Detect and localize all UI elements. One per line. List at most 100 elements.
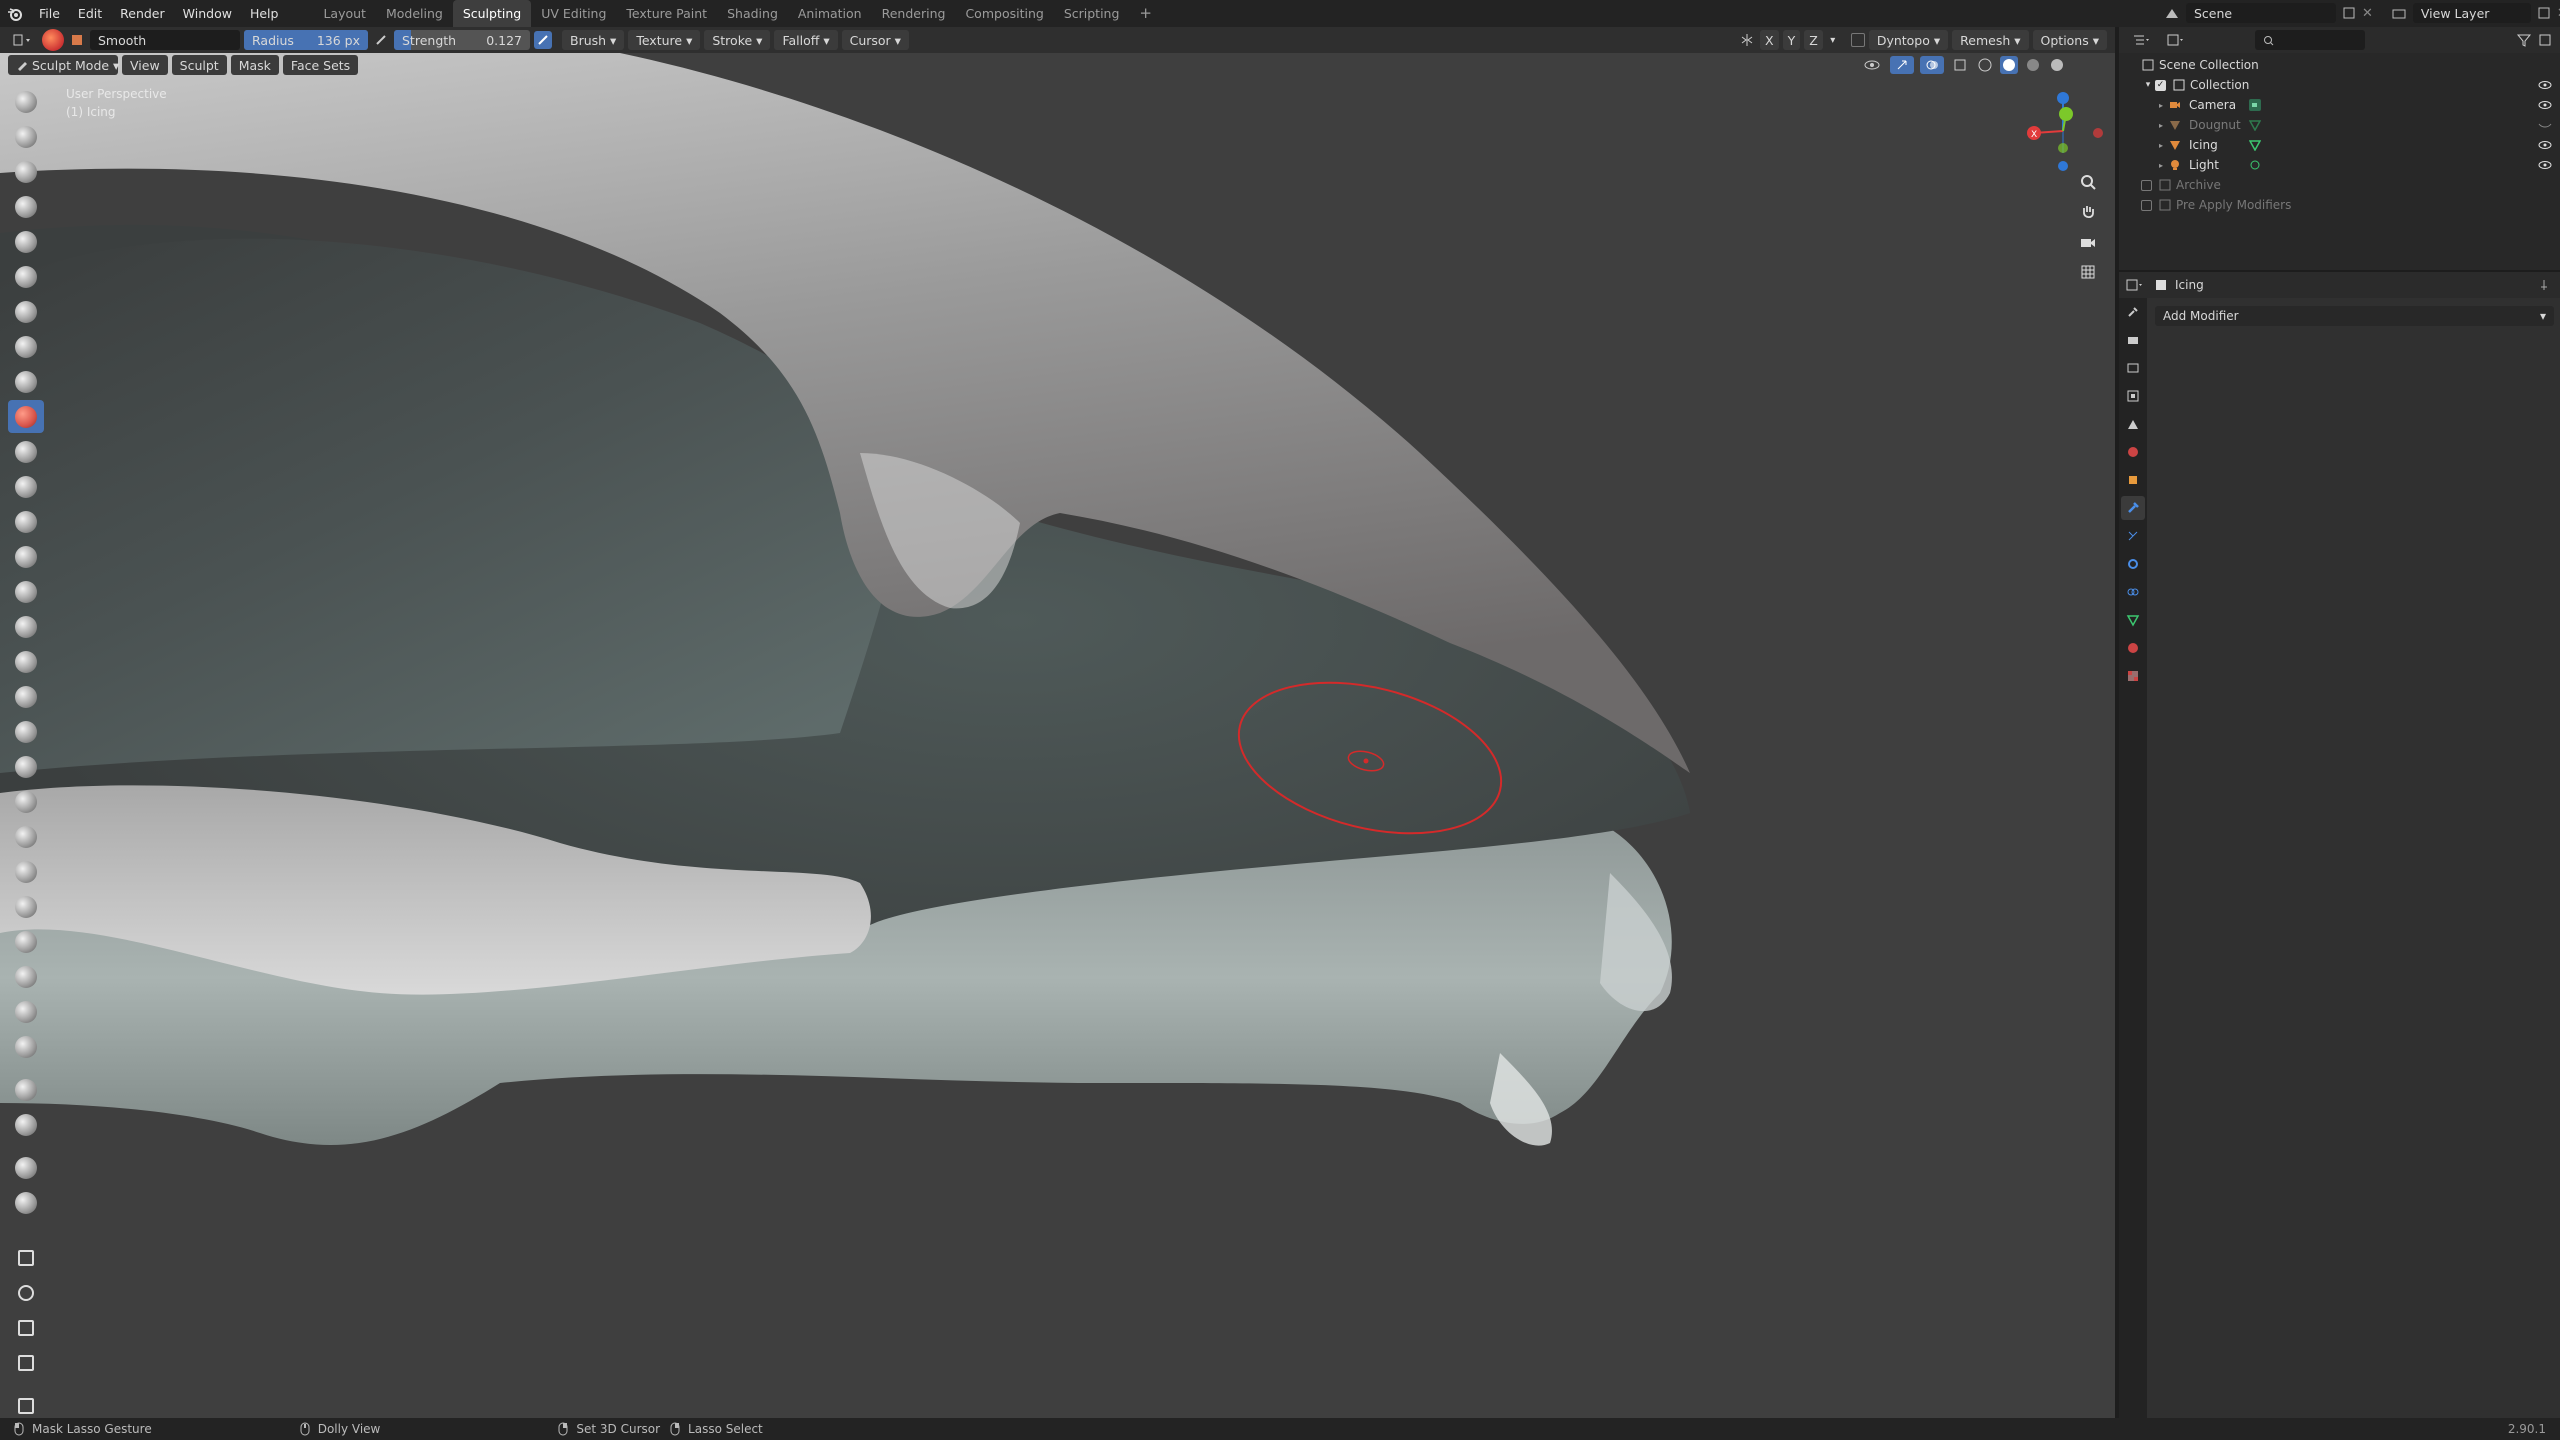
expand-arrow-icon[interactable]: ▸ (2155, 161, 2167, 170)
tool-pose-brush[interactable] (8, 750, 44, 783)
tool-cloth-filter-tool[interactable] (8, 1186, 44, 1219)
tool-annotate-tool[interactable] (8, 1389, 44, 1422)
dyntopo-menu[interactable]: Dyntopo ▾ (1868, 30, 1949, 50)
view-layer-selector[interactable]: View Layer (2412, 3, 2531, 23)
brush-menu[interactable]: Brush ▾ (562, 30, 625, 50)
tool-clay-strips-brush[interactable] (8, 190, 44, 223)
tool-draw-face-sets-brush[interactable] (8, 1030, 44, 1063)
material-tab-icon[interactable] (2121, 636, 2145, 660)
collection-row[interactable]: ▾ ✓ Collection (2119, 75, 2560, 95)
tool-grab-brush[interactable] (8, 610, 44, 643)
tool-nudge-brush[interactable] (8, 785, 44, 818)
outliner-item-icing[interactable]: ▸ Icing (2119, 135, 2560, 155)
outliner-search-field[interactable] (2255, 30, 2365, 50)
scene-collection-row[interactable]: Scene Collection (2119, 55, 2560, 75)
tab-shading[interactable]: Shading (717, 0, 788, 27)
expand-arrow-icon[interactable]: ▸ (2155, 121, 2167, 130)
tool-boundary-brush[interactable] (8, 890, 44, 923)
light-data-icon[interactable] (2247, 159, 2263, 171)
menu-render[interactable]: Render (111, 0, 174, 27)
eye-icon[interactable] (2538, 140, 2552, 150)
outliner-item-camera[interactable]: ▸ Camera (2119, 95, 2560, 115)
filter-icon[interactable] (2516, 33, 2532, 47)
tool-slide-relax-brush[interactable] (8, 855, 44, 888)
tab-rendering[interactable]: Rendering (872, 0, 956, 27)
tab-modeling[interactable]: Modeling (376, 0, 453, 27)
strength-slider[interactable]: Strength 0.127 (394, 30, 530, 50)
tab-layout[interactable]: Layout (313, 0, 376, 27)
menu-help[interactable]: Help (241, 0, 288, 27)
strength-pressure-icon[interactable] (534, 31, 552, 49)
zoom-icon[interactable] (2077, 171, 2099, 193)
tool-draw-brush[interactable] (8, 85, 44, 118)
tool-move-tool[interactable] (8, 1241, 44, 1274)
radius-pressure-icon[interactable] (372, 34, 390, 46)
mask-menu[interactable]: Mask (230, 55, 279, 75)
archive-collection-row[interactable]: Archive (2119, 175, 2560, 195)
pin-icon[interactable] (2538, 279, 2550, 291)
tool-crease-brush[interactable] (8, 365, 44, 398)
tab-compositing[interactable]: Compositing (955, 0, 1053, 27)
tool-smooth-brush[interactable] (8, 400, 44, 433)
sculpt-menu[interactable]: Sculpt (171, 55, 227, 75)
plus-icon[interactable]: + (1129, 0, 1162, 27)
cursor-menu[interactable]: Cursor ▾ (841, 30, 909, 50)
tool-inflate-brush[interactable] (8, 295, 44, 328)
tool-box-hide-tool[interactable] (8, 1108, 44, 1141)
new-scene-icon[interactable] (2342, 6, 2356, 20)
tool-multiplane-scrape-brush[interactable] (8, 540, 44, 573)
scene-tab-icon[interactable] (2121, 412, 2145, 436)
pre-apply-collection-row[interactable]: Pre Apply Modifiers (2119, 195, 2560, 215)
tool-blob-brush[interactable] (8, 330, 44, 363)
expand-arrow-icon[interactable]: ▸ (2155, 101, 2167, 110)
camera-view-icon[interactable] (2077, 231, 2099, 253)
mode-selector[interactable]: Sculpt Mode ▾ (8, 55, 119, 75)
hand-pan-icon[interactable] (2077, 201, 2099, 223)
options-menu[interactable]: Options ▾ (2032, 30, 2107, 50)
tool-mask-brush[interactable] (8, 995, 44, 1028)
tool-clay-thumb-brush[interactable] (8, 225, 44, 258)
remesh-menu[interactable]: Remesh ▾ (1952, 30, 2029, 50)
scene-selector[interactable]: Scene (2186, 3, 2336, 23)
tool-simplify-brush[interactable] (8, 960, 44, 993)
tab-sculpting[interactable]: Sculpting (452, 0, 532, 27)
render-tab-icon[interactable] (2121, 328, 2145, 352)
add-modifier-dropdown[interactable]: Add Modifier ▾ (2155, 306, 2554, 326)
view-layer-tab-icon[interactable] (2121, 384, 2145, 408)
tab-texture-paint[interactable]: Texture Paint (616, 0, 717, 27)
eye-icon[interactable] (2538, 100, 2552, 110)
radius-slider[interactable]: Radius 136 px (244, 30, 368, 50)
scene-icon[interactable] (2164, 6, 2180, 20)
dyntopo-checkbox[interactable] (1850, 33, 1865, 47)
face-sets-menu[interactable]: Face Sets (282, 55, 359, 75)
mesh-data-tab-icon[interactable] (2121, 608, 2145, 632)
mesh-data-icon[interactable] (2247, 139, 2263, 151)
new-collection-icon[interactable] (2538, 33, 2552, 47)
expand-arrow-icon[interactable]: ▸ (2155, 141, 2167, 150)
properties-editor-icon[interactable] (2119, 278, 2149, 292)
tool-mesh-filter-tool[interactable] (8, 1151, 44, 1184)
tool-transform-tool[interactable] (8, 1346, 44, 1379)
new-view-layer-icon[interactable] (2537, 6, 2551, 20)
tool-pinch-brush[interactable] (8, 575, 44, 608)
tool-flatten-brush[interactable] (8, 435, 44, 468)
tool-scale-tool[interactable] (8, 1311, 44, 1344)
output-tab-icon[interactable] (2121, 356, 2145, 380)
tab-animation[interactable]: Animation (788, 0, 872, 27)
3d-viewport[interactable]: User Perspective (1) Icing X (0, 53, 2115, 1418)
symmetry-z-toggle[interactable]: Z (1804, 30, 1823, 50)
chevron-down-icon[interactable]: ▾ (1827, 35, 1839, 46)
tool-rotate-tool[interactable] (8, 1276, 44, 1309)
texture-tab-icon[interactable] (2121, 664, 2145, 688)
physics-tab-icon[interactable] (2121, 552, 2145, 576)
brush-name-field[interactable]: Smooth (90, 30, 240, 50)
object-tab-icon[interactable] (2121, 468, 2145, 492)
modifier-tab-icon[interactable] (2121, 496, 2145, 520)
mesh-data-icon[interactable] (2247, 119, 2263, 131)
tool-elastic-deform-brush[interactable] (8, 645, 44, 678)
editor-type-icon[interactable] (6, 33, 38, 47)
constraints-tab-icon[interactable] (2121, 580, 2145, 604)
tool-tab-icon[interactable] (2121, 300, 2145, 324)
symmetry-y-toggle[interactable]: Y (1782, 30, 1801, 50)
eye-closed-icon[interactable] (2538, 120, 2552, 130)
